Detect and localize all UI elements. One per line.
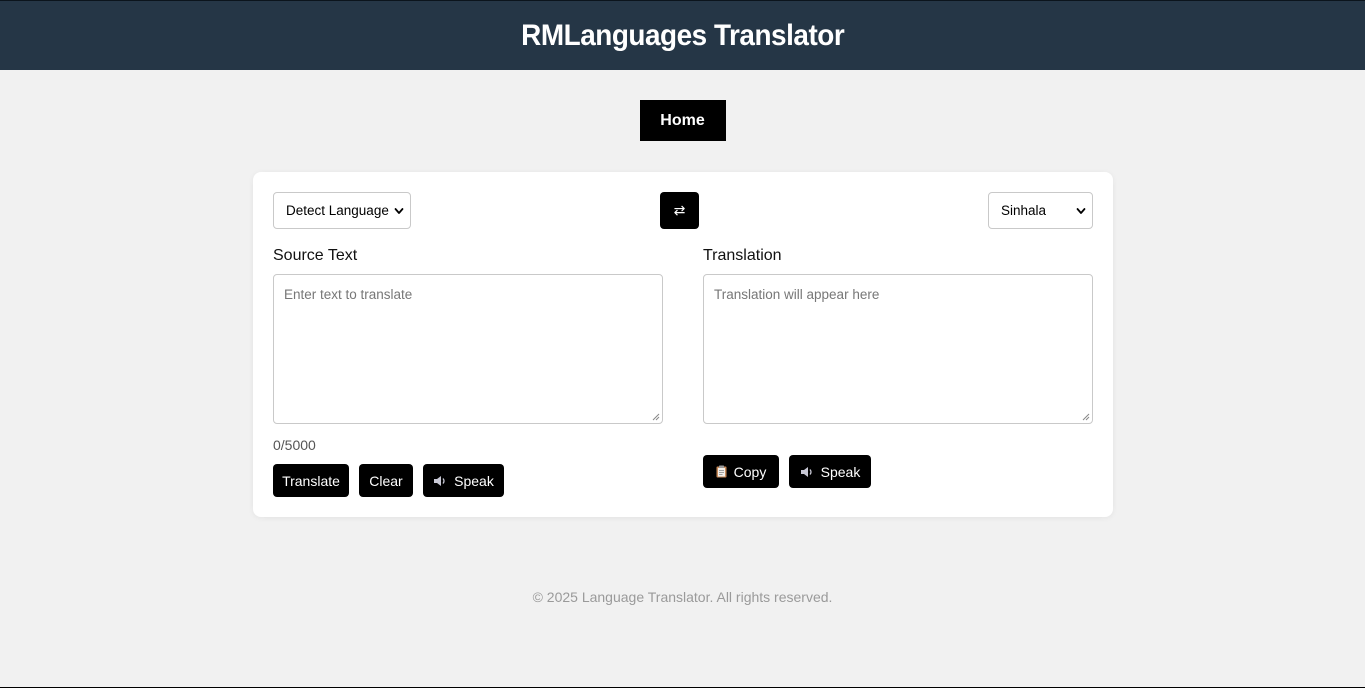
copy-button[interactable]: Copy: [703, 455, 779, 488]
char-counter: 0/5000: [273, 437, 316, 453]
clipboard-icon: [716, 465, 727, 478]
swap-icon: ⇄: [673, 202, 686, 218]
resize-grip-icon[interactable]: [652, 413, 660, 421]
target-language-select[interactable]: Sinhala: [988, 192, 1093, 229]
speaker-icon: [800, 466, 814, 478]
speaker-icon: [433, 475, 447, 487]
translation-label: Translation: [703, 247, 782, 264]
app-title: RMLanguages Translator: [520, 18, 845, 52]
resize-grip-icon[interactable]: [1082, 413, 1090, 421]
chevron-down-icon: [1076, 207, 1086, 214]
clear-button-label: Clear: [369, 472, 403, 489]
speak-translation-label: Speak: [820, 463, 861, 480]
nav-home-link[interactable]: Home: [639, 100, 726, 141]
speak-source-label: Speak: [454, 472, 494, 489]
app-header: RMLanguages Translator: [0, 1, 1365, 70]
translator-card: Detect Language ⇄ Sinhala Source Text Tr…: [253, 172, 1113, 517]
source-text-label: Source Text: [273, 247, 358, 264]
source-language-value: Detect Language: [286, 203, 389, 218]
translation-output[interactable]: Translation will appear here: [703, 274, 1093, 424]
speak-source-button[interactable]: Speak: [423, 464, 504, 497]
main-nav: Home: [0, 100, 1365, 141]
chevron-down-icon: [394, 207, 404, 214]
translate-button[interactable]: Translate: [273, 464, 349, 497]
target-language-value: Sinhala: [1001, 203, 1047, 218]
footer-copyright: © 2025 Language Translator. All rights r…: [532, 589, 833, 605]
source-text-placeholder: Enter text to translate: [284, 287, 413, 302]
translation-placeholder: Translation will appear here: [714, 287, 880, 302]
copy-button-label: Copy: [733, 463, 767, 480]
translate-button-label: Translate: [282, 472, 340, 489]
speak-translation-button[interactable]: Speak: [789, 455, 871, 488]
clear-button[interactable]: Clear: [359, 464, 413, 497]
swap-languages-button[interactable]: ⇄: [660, 192, 699, 229]
source-language-select[interactable]: Detect Language: [273, 192, 411, 229]
source-text-input[interactable]: Enter text to translate: [273, 274, 663, 424]
